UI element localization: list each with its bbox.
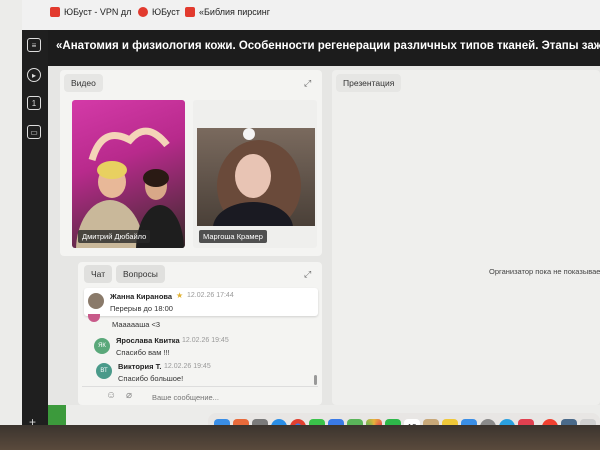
participant-name: Маргоша Крамер	[199, 230, 267, 243]
message-text: Спасибо большое!	[118, 374, 184, 383]
tab-label: «Библия пирсинг	[199, 7, 271, 17]
message-text: Перерыв до 18:00	[110, 304, 173, 313]
browser-tab[interactable]: ЮБуст	[138, 7, 180, 17]
tab-questions[interactable]: Вопросы	[116, 265, 165, 283]
expand-icon[interactable]: ⤢	[304, 269, 311, 280]
app-sidebar: ≡ ▸ 1 ▭ + •••	[22, 30, 48, 425]
main-area: Видео ⤢ Дмитрий Дюбайло Маргоша Крамер П…	[48, 66, 600, 405]
tab-label: ЮБуст - VPN дл	[64, 7, 132, 17]
chat-panel: Чат Вопросы ⤢ Жанна Киранова ★ 12.02.26 …	[78, 262, 322, 405]
tab-favicon-icon	[138, 7, 148, 17]
participant-name: Дмитрий Дюбайло	[78, 230, 151, 243]
screen-share-icon[interactable]: ▭	[27, 125, 41, 139]
expand-icon[interactable]: ⤢	[304, 78, 311, 89]
menu-icon[interactable]: ≡	[27, 38, 41, 52]
page-title: «Анатомия и физиология кожи. Особенности…	[56, 40, 600, 52]
tab-label: ЮБуст	[152, 7, 180, 17]
laptop-bezel	[0, 0, 22, 425]
message-text: Спасибо вам !!!	[116, 348, 170, 357]
avatar	[88, 314, 100, 322]
status-indicator	[48, 405, 66, 425]
avatar	[88, 293, 104, 309]
presentation-placeholder: Организатор пока не показывает	[489, 267, 600, 276]
chat-scrollbar[interactable]	[314, 375, 317, 385]
chat-message: ЯК Ярослава Квитка 12.02.26 19:45 Спасиб…	[78, 334, 318, 360]
message-author: Жанна Киранова	[110, 292, 173, 301]
presentation-panel: Презентация Организатор пока не показыва…	[332, 70, 600, 405]
message-author: Ярослава Квитка	[116, 336, 180, 345]
tab-favicon-icon	[50, 7, 60, 17]
pinned-message[interactable]: Жанна Киранова ★ 12.02.26 17:44 Перерыв …	[84, 288, 318, 316]
participant-video	[76, 127, 184, 248]
message-time: 12.02.26 17:44	[187, 292, 234, 299]
record-icon[interactable]: ▸	[27, 68, 41, 82]
browser-tab-bar: ЮБуст - VPN дл ЮБуст «Библия пирсинг	[22, 0, 600, 30]
browser-tab[interactable]: «Библия пирсинг	[185, 7, 270, 17]
chat-message: ВТ Виктория Т. 12.02.26 19:45 Спасибо бо…	[78, 359, 318, 385]
attach-icon[interactable]: ⌀	[126, 390, 132, 401]
video-tile[interactable]: Маргоша Крамер	[193, 100, 317, 248]
avatar: ВТ	[96, 363, 112, 379]
screen: ЮБуст - VPN дл ЮБуст «Библия пирсинг ≡ ▸…	[0, 0, 600, 425]
emoji-icon[interactable]: ☺	[106, 390, 116, 401]
presentation-panel-label: Презентация	[336, 74, 402, 92]
number-one-icon[interactable]: 1	[27, 96, 41, 110]
avatar: ЯК	[94, 338, 110, 354]
tab-chat[interactable]: Чат	[84, 265, 113, 283]
browser-tab[interactable]: ЮБуст - VPN дл	[50, 7, 131, 17]
dock: 12	[208, 413, 600, 425]
video-tile[interactable]: Дмитрий Дюбайло	[72, 100, 185, 248]
message-time: 12.02.26 19:45	[164, 363, 211, 370]
webinar-header: «Анатомия и физиология кожи. Особенности…	[48, 30, 600, 66]
star-icon: ★	[176, 291, 184, 300]
chat-input-row: ☺ ⌀	[82, 386, 318, 406]
video-panel-label: Видео	[64, 74, 103, 92]
add-icon[interactable]: +	[29, 415, 36, 425]
message-author: Виктория Т.	[118, 362, 162, 371]
message-text: Маааааша <3	[112, 320, 161, 329]
chat-message-input[interactable]	[150, 389, 314, 405]
laptop-bezel-bottom	[0, 425, 600, 450]
participant-video	[197, 128, 315, 248]
chat-message: Маааааша <3	[78, 314, 318, 332]
video-panel: Видео ⤢ Дмитрий Дюбайло Маргоша Крамер	[60, 70, 322, 256]
tab-favicon-icon	[185, 7, 195, 17]
message-time: 12.02.26 19:45	[182, 337, 229, 344]
